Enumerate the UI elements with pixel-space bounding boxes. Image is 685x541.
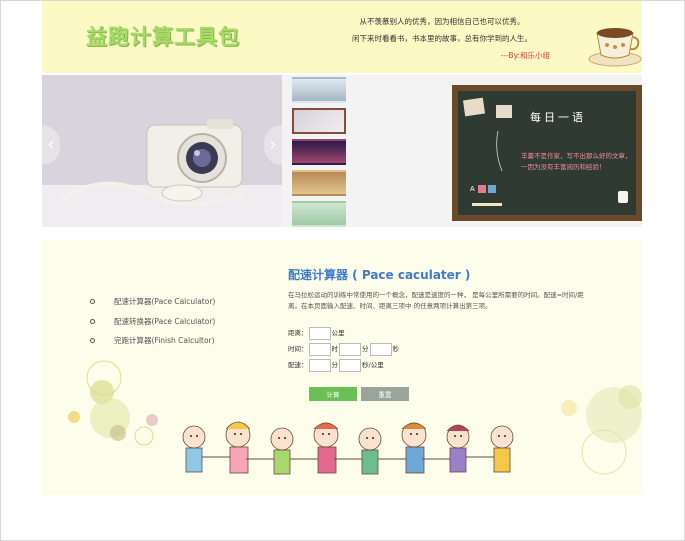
- board-title: 每日一语: [530, 111, 586, 124]
- pace-minute-unit: 分: [331, 361, 339, 369]
- hour-unit: 时: [331, 345, 339, 353]
- calculator-description: 在马拉松运动的训练中常使用的一个概念，配速是速度的一种， 是每公里所需要的时间。…: [288, 291, 584, 310]
- camera-photo: [42, 75, 282, 227]
- distance-unit: 公里: [331, 329, 345, 337]
- time-label: 时间：: [288, 345, 308, 353]
- thumbnail-strip: [292, 77, 346, 232]
- chalkboard-surface: A 每日一语 羊羹不是作家，写不出那么好的文章，一因为没有丰富阅历和经验！: [458, 91, 636, 215]
- thumbnail-4[interactable]: [292, 170, 346, 196]
- pace-unit: 秒/公里: [362, 361, 384, 369]
- coffee-cup-icon: [588, 28, 642, 67]
- svg-text:A: A: [470, 186, 475, 193]
- seconds-input[interactable]: [369, 342, 392, 356]
- site-header: 益跑计算工具包 从不羡慕别人的优秀，因为相信自己也可以优秀。 闲下来时看看书，书…: [42, 1, 642, 73]
- pace-minutes-input[interactable]: [308, 358, 331, 372]
- nav-finish-calculator[interactable]: 完跑计算器(Finish Calcultor): [90, 335, 215, 355]
- slide-image[interactable]: ‹ ›: [42, 75, 282, 227]
- site-logo[interactable]: 益跑计算工具包: [86, 21, 240, 51]
- motto: 从不羡慕别人的优秀，因为相信自己也可以优秀。 闲下来时看看书，书本里的故事，总有…: [332, 13, 552, 64]
- minutes-input[interactable]: [339, 342, 361, 356]
- motto-signature: ---By:和乐小组: [500, 51, 550, 60]
- motto-line-2: 闲下来时看看书，书本里的故事，总有你学到的人生。: [352, 34, 532, 43]
- distance-label: 距离：: [288, 329, 308, 337]
- distance-input[interactable]: [308, 326, 331, 340]
- pace-label: 配速：: [288, 361, 308, 369]
- calculator-title: 配速计算器 ( Pace caculater ): [288, 268, 471, 282]
- banner: ‹ › A 每日一语 羊羹不是作家，写不出那么好的文章，一因为没有丰富阅历和经验…: [42, 75, 642, 227]
- nav-pace-calculator[interactable]: 配速计算器(Pace Calculator): [90, 296, 215, 316]
- pace-row: 配速： 分 秒/公里: [288, 358, 384, 372]
- reset-button[interactable]: 重置: [361, 387, 409, 401]
- thumbnail-2[interactable]: [292, 108, 346, 134]
- children-illustration: [182, 421, 514, 475]
- board-quote: 羊羹不是作家，写不出那么好的文章，一因为没有丰富阅历和经验！: [521, 152, 632, 171]
- distance-row: 距离： 公里: [288, 326, 345, 340]
- nav-pace-converter[interactable]: 配速转换器(Pace Calculator): [90, 316, 215, 336]
- chalkboard: A 每日一语 羊羹不是作家，写不出那么好的文章，一因为没有丰富阅历和经验！: [452, 85, 642, 221]
- minute-unit: 分: [362, 345, 369, 353]
- second-unit: 秒: [392, 345, 400, 353]
- thumbnail-3[interactable]: [292, 139, 346, 165]
- motto-line-1: 从不羡慕别人的优秀，因为相信自己也可以优秀。: [359, 17, 525, 26]
- main-content: 配速计算器(Pace Calculator) 配速转换器(Pace Calcul…: [42, 240, 642, 495]
- hours-input[interactable]: [308, 342, 331, 356]
- calculate-button[interactable]: 计算: [309, 387, 357, 401]
- tool-nav: 配速计算器(Pace Calculator) 配速转换器(Pace Calcul…: [90, 296, 215, 355]
- pace-seconds-input[interactable]: [339, 358, 361, 372]
- thumbnail-1[interactable]: [292, 77, 346, 103]
- thumbnail-5[interactable]: [292, 201, 346, 227]
- time-row: 时间： 时 分 秒: [288, 342, 399, 356]
